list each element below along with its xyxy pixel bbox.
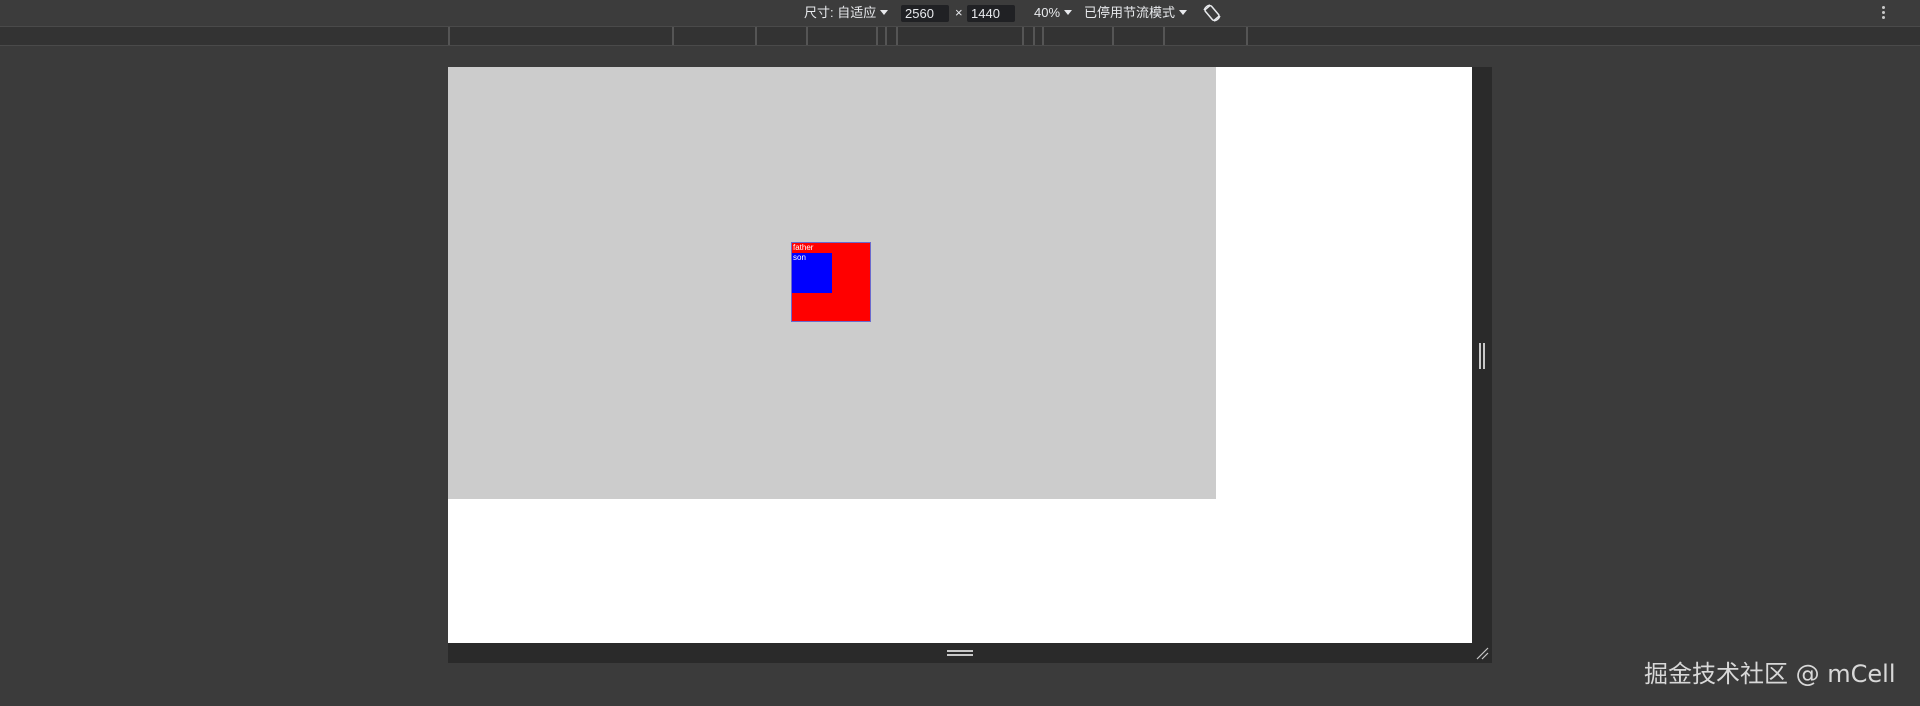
device-toolbar: 尺寸: 自适应 2560 × 1440 40% 已停用节流模式 <box>0 0 1920 27</box>
media-query-bar[interactable] <box>0 27 1920 46</box>
times-sign: × <box>955 5 963 20</box>
throttle-label: 已停用节流模式 <box>1084 5 1176 20</box>
mq-marker[interactable] <box>806 27 808 45</box>
rotate-icon[interactable] <box>1201 2 1223 24</box>
mq-marker[interactable] <box>448 27 450 45</box>
mq-marker[interactable] <box>1022 27 1024 45</box>
mq-marker[interactable] <box>876 27 878 45</box>
mq-marker[interactable] <box>672 27 674 45</box>
caret-down-icon <box>880 10 889 15</box>
bottom-resize-handle[interactable] <box>448 643 1492 663</box>
mq-marker[interactable] <box>896 27 898 45</box>
dimensions-label: 尺寸: 自适应 <box>804 5 877 20</box>
mq-marker[interactable] <box>885 27 887 45</box>
resize-corner-icon[interactable] <box>1475 646 1489 660</box>
father-box: father son <box>791 242 871 322</box>
device-viewport: father son <box>448 67 1472 643</box>
mq-marker[interactable] <box>755 27 757 45</box>
watermark: 掘金技术社区 @ mCell <box>1644 660 1896 688</box>
son-label: son <box>793 253 806 262</box>
resize-handle-icon <box>947 650 973 656</box>
zoom-label: 40% <box>1034 5 1061 20</box>
mq-marker[interactable] <box>1033 27 1035 45</box>
mq-marker[interactable] <box>1112 27 1114 45</box>
son-box: son <box>792 253 832 293</box>
mq-marker[interactable] <box>1246 27 1248 45</box>
father-label: father <box>793 243 814 252</box>
throttle-dropdown[interactable]: 已停用节流模式 <box>1084 4 1188 22</box>
dimensions-dropdown[interactable]: 尺寸: 自适应 <box>804 4 889 22</box>
right-resize-handle[interactable] <box>1472 67 1492 643</box>
caret-down-icon <box>1179 10 1188 15</box>
width-input[interactable]: 2560 <box>901 5 949 22</box>
zoom-dropdown[interactable]: 40% <box>1034 4 1073 22</box>
height-input[interactable]: 1440 <box>967 5 1015 22</box>
page-body: father son <box>448 67 1216 499</box>
mq-marker[interactable] <box>1163 27 1165 45</box>
resize-handle-icon <box>1479 343 1485 369</box>
more-vertical-icon[interactable] <box>1880 5 1886 21</box>
caret-down-icon <box>1064 10 1073 15</box>
mq-marker[interactable] <box>1042 27 1044 45</box>
